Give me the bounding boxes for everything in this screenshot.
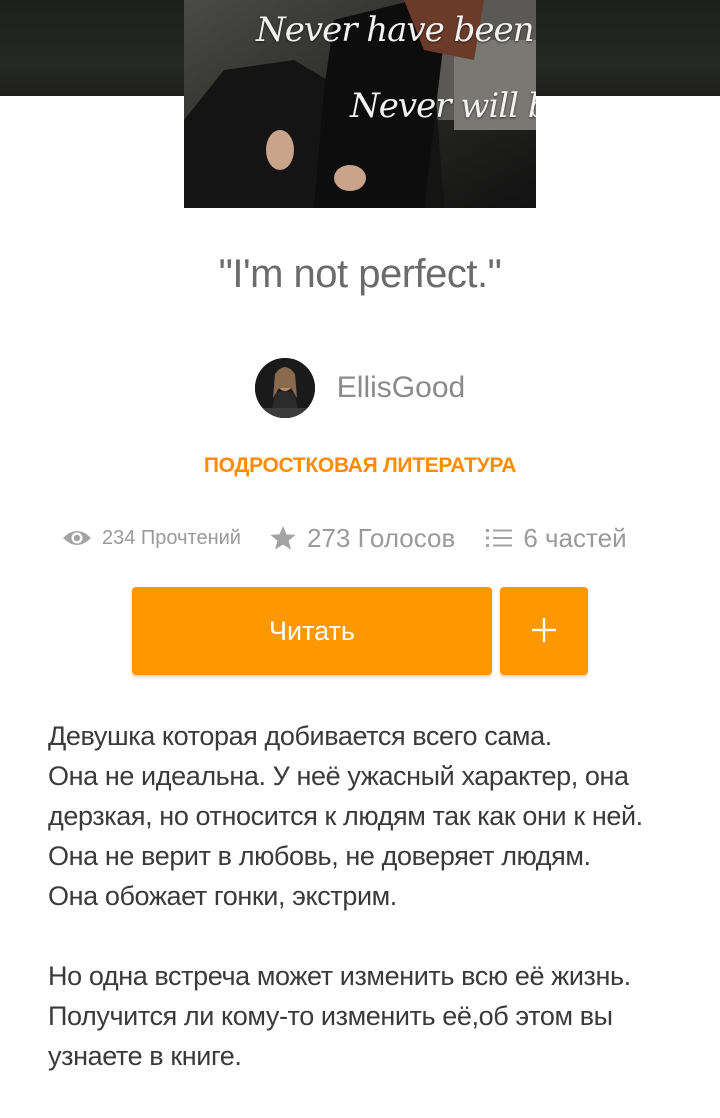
read-button[interactable]: Читать <box>132 587 492 675</box>
parts-count: 6 частей <box>523 522 627 553</box>
reads-count: 234 Прочтений <box>102 526 241 549</box>
story-title: "I'm not perfect." <box>218 252 502 296</box>
author-avatar[interactable] <box>254 358 315 418</box>
plus-icon <box>530 616 558 647</box>
votes-count: 273 Голосов <box>306 522 456 553</box>
author-row[interactable]: EllisGood <box>0 356 720 420</box>
description-line: Но одна встреча может изменить всю её жи… <box>48 961 631 1071</box>
votes-stat: 273 Голосов <box>269 523 455 554</box>
story-cover-image[interactable]: Never have been Never will be <box>184 0 536 208</box>
story-description: Девушка которая добивается всего сама. О… <box>48 716 676 1076</box>
reads-stat: 234 Прочтений <box>62 527 241 550</box>
parts-stat: 6 частей <box>485 522 627 554</box>
story-details-page: Never have been Never will be "I'm not p… <box>0 0 720 1118</box>
avatar-image <box>254 358 315 418</box>
add-to-library-button[interactable] <box>500 587 588 675</box>
list-icon <box>485 527 513 549</box>
genre-label[interactable]: ПОДРОСТКОВАЯ ЛИТЕРАТУРА <box>0 454 720 478</box>
description-line: Она обожает гонки, экстрим. <box>48 881 397 911</box>
eye-icon <box>62 528 92 548</box>
story-stats: 234 Прочтений 273 Голосов 6 частей <box>62 518 627 558</box>
description-line: Она не идеальна. У неё ужасный характер,… <box>48 761 643 831</box>
read-button-label: Читать <box>269 615 355 646</box>
author-name[interactable]: EllisGood <box>337 371 465 405</box>
cover-title-line1: Never have been <box>256 10 534 50</box>
description-line: Она не верит в любовь, не доверяет людям… <box>48 841 591 871</box>
star-icon <box>269 525 297 551</box>
description-line: Девушка которая добивается всего сама. <box>48 721 552 751</box>
cover-title-line2: Never will be <box>350 86 536 126</box>
